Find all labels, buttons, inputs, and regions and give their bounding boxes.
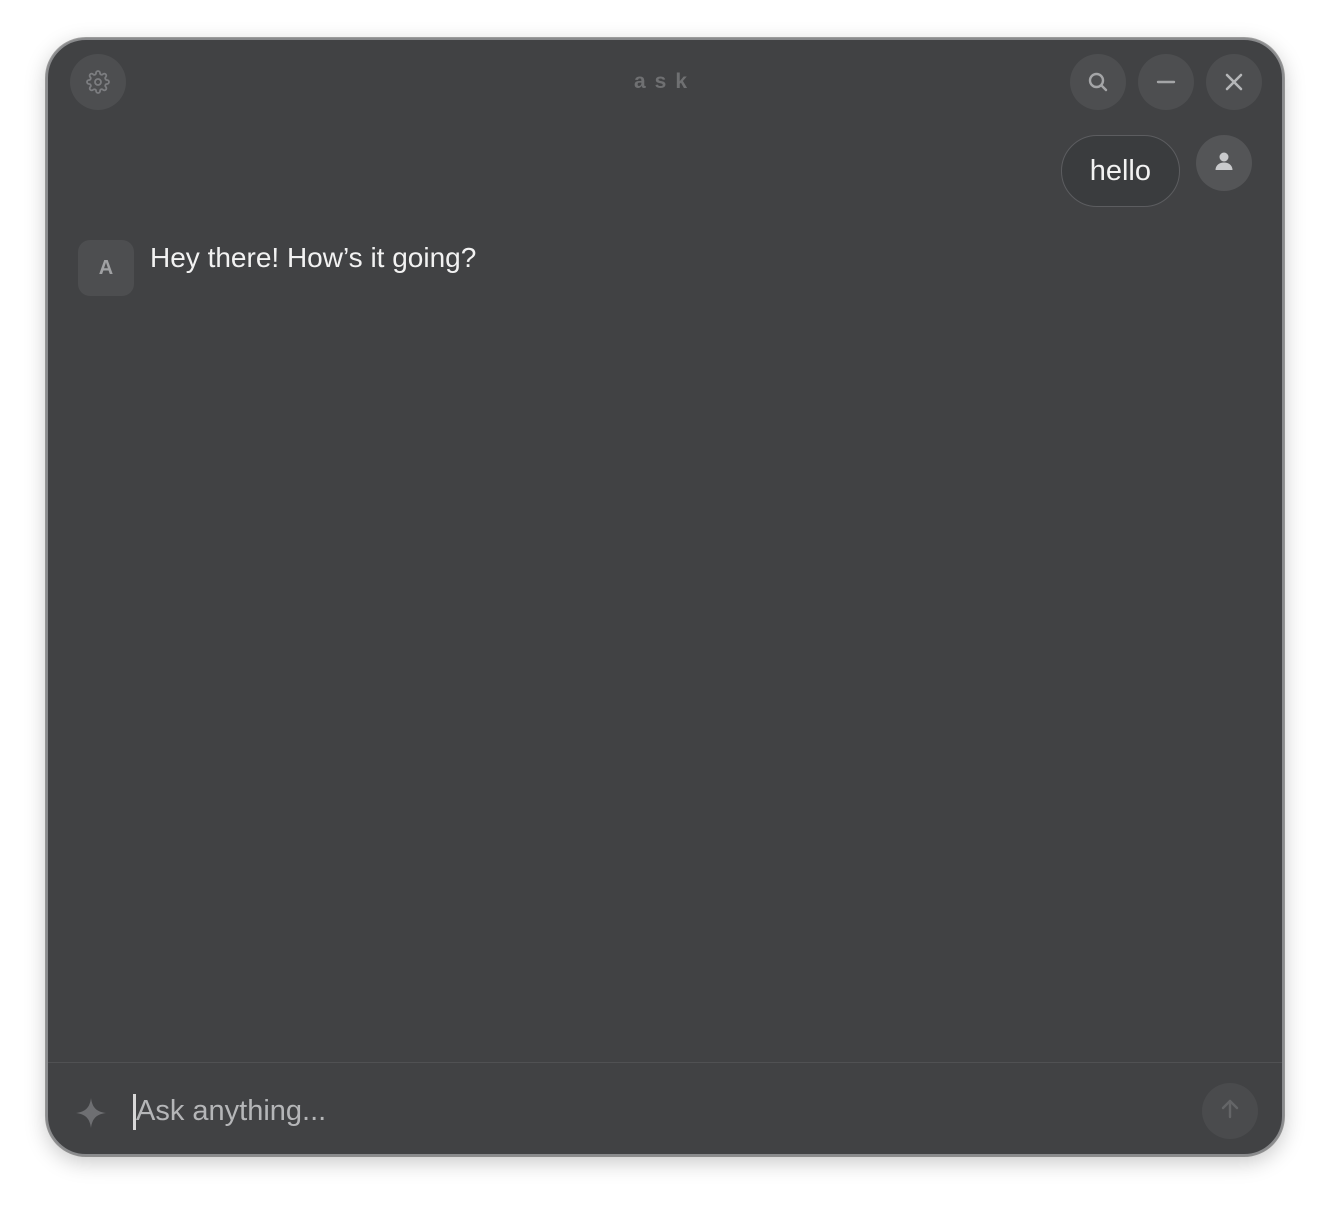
minus-icon xyxy=(1155,71,1177,93)
search-icon xyxy=(1086,70,1110,94)
chat-window: ask hello A Hey there! How’s it going? A… xyxy=(46,38,1284,1156)
assistant-avatar-label: A xyxy=(98,256,114,279)
assistant-message-text: Hey there! How’s it going? xyxy=(150,242,477,273)
user-avatar xyxy=(1196,135,1252,191)
composer xyxy=(48,1063,1282,1154)
minimize-button[interactable] xyxy=(1138,54,1194,110)
send-button[interactable] xyxy=(1202,1083,1258,1139)
search-button[interactable] xyxy=(1070,54,1126,110)
close-button[interactable] xyxy=(1206,54,1262,110)
ask-input[interactable] xyxy=(136,1087,1186,1135)
person-icon xyxy=(1212,149,1236,178)
close-icon xyxy=(1223,71,1245,93)
user-message-bubble: hello xyxy=(1060,135,1180,207)
arrow-up-icon xyxy=(1218,1097,1242,1126)
sparkle-icon xyxy=(74,1096,108,1135)
user-message-text: hello xyxy=(1089,154,1151,187)
assistant-avatar: A xyxy=(78,240,134,296)
